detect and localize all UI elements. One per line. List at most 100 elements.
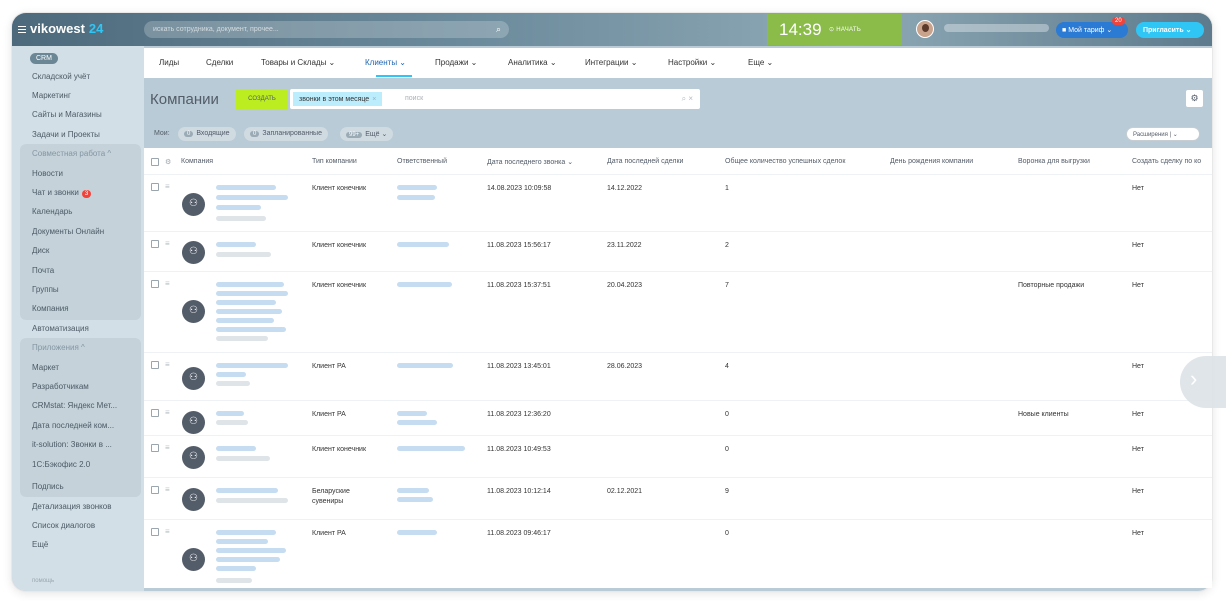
- header-create-deal[interactable]: Создать сделку по ко: [1132, 158, 1201, 165]
- tab-analytics[interactable]: Аналитика ⌄: [508, 58, 557, 67]
- company-name-blurred[interactable]: [216, 530, 276, 535]
- tab-leads[interactable]: Лиды: [159, 58, 179, 67]
- company-name-blurred[interactable]: [216, 488, 278, 493]
- tab-settings[interactable]: Настройки ⌄: [668, 58, 716, 67]
- global-search-input[interactable]: искать сотрудника, документ, прочее... ⌕: [144, 21, 509, 38]
- responsible-blurred[interactable]: [397, 497, 433, 502]
- company-name-blurred[interactable]: [216, 242, 256, 247]
- sidebar-item-marketing[interactable]: Маркетинг: [32, 91, 71, 100]
- company-name-blurred[interactable]: [216, 557, 280, 562]
- row-checkbox[interactable]: [151, 183, 159, 191]
- company-name-blurred[interactable]: [216, 363, 288, 368]
- row-menu-icon[interactable]: ≡: [165, 239, 170, 248]
- user-avatar[interactable]: [916, 20, 934, 38]
- select-all-checkbox[interactable]: [151, 158, 159, 166]
- extensions-button[interactable]: Расширения | ⌄: [1126, 127, 1200, 141]
- sidebar-item-groups[interactable]: Группы: [32, 285, 59, 294]
- sidebar-item-chat[interactable]: Чат и звонки 3: [32, 188, 92, 198]
- row-menu-icon[interactable]: ≡: [165, 527, 170, 536]
- responsible-blurred[interactable]: [397, 282, 452, 287]
- sidebar-item-automation[interactable]: Автоматизация: [32, 324, 89, 333]
- header-birthday[interactable]: День рождения компании: [890, 158, 973, 165]
- responsible-blurred[interactable]: [397, 446, 465, 451]
- row-checkbox[interactable]: [151, 280, 159, 288]
- sidebar-item-last-comm[interactable]: Дата последней ком...: [32, 421, 114, 430]
- header-type[interactable]: Тип компании: [312, 158, 357, 165]
- my-tariff-button[interactable]: ■ Мой тариф ⌄ 20: [1056, 17, 1128, 38]
- sidebar-item-call-details[interactable]: Детализация звонков: [32, 502, 111, 511]
- sidebar-item-tasks[interactable]: Задачи и Проекты: [32, 130, 100, 139]
- menu-icon[interactable]: [18, 24, 26, 35]
- responsible-blurred[interactable]: [397, 488, 429, 493]
- star-icon[interactable]: ☆: [223, 95, 233, 107]
- sidebar-item-sites[interactable]: Сайты и Магазины: [32, 110, 102, 119]
- sidebar-item-warehouse[interactable]: Складской учёт: [32, 72, 90, 81]
- workday-clock[interactable]: 14:39 ⊙ НАЧАТЬ: [767, 14, 902, 45]
- table-row[interactable]: ≡ ⚇ Клиент РА 11.08.2023 13:45:01 28.06.…: [144, 353, 1212, 401]
- company-name-blurred[interactable]: [216, 282, 284, 287]
- responsible-blurred[interactable]: [397, 420, 437, 425]
- sidebar-item-more[interactable]: Ещё: [32, 540, 48, 549]
- create-button[interactable]: СОЗДАТЬ: [236, 89, 288, 109]
- company-name-blurred[interactable]: [216, 539, 268, 544]
- header-company[interactable]: Компания: [181, 158, 213, 165]
- row-checkbox[interactable]: [151, 444, 159, 452]
- search-clear-icon[interactable]: ⌕ ×: [682, 94, 693, 104]
- sidebar-item-it-solution[interactable]: it-solution: Звонки в ...: [32, 440, 112, 449]
- tab-deals[interactable]: Сделки: [206, 58, 233, 67]
- header-last-deal[interactable]: Дата последней сделки: [607, 158, 683, 165]
- tab-integrations[interactable]: Интеграции ⌄: [585, 58, 637, 67]
- table-row[interactable]: ≡ ⚇ Клиент конечник 11.08.2023 15:56:17 …: [144, 232, 1212, 272]
- start-workday-button[interactable]: ⊙ НАЧАТЬ: [829, 26, 861, 33]
- counter-planned[interactable]: 0 Запланированные: [244, 127, 328, 141]
- help-link[interactable]: помощь: [32, 578, 54, 584]
- tab-clients[interactable]: Клиенты ⌄: [365, 58, 406, 67]
- table-row[interactable]: ≡ ⚇ Клиент конечник 11.08.2023 10:49:53 …: [144, 436, 1212, 478]
- row-menu-icon[interactable]: ≡: [165, 182, 170, 191]
- sidebar-group-collab-title[interactable]: Совместная работа ^: [32, 149, 111, 158]
- tab-goods[interactable]: Товары и Склады ⌄: [261, 58, 335, 67]
- company-name-blurred[interactable]: [216, 205, 261, 210]
- sidebar-item-calendar[interactable]: Календарь: [32, 207, 72, 216]
- table-row[interactable]: ≡ ⚇ Клиент РА 11.08.2023 12:36:20 0 Новы…: [144, 401, 1212, 436]
- table-row[interactable]: ≡ ⚇ Клиент РА 11.08.2023 09:46:17 0 Нет: [144, 520, 1212, 588]
- sidebar-item-news[interactable]: Новости: [32, 169, 63, 178]
- company-name-blurred[interactable]: [216, 195, 288, 200]
- row-checkbox[interactable]: [151, 361, 159, 369]
- row-menu-icon[interactable]: ≡: [165, 360, 170, 369]
- table-row[interactable]: ≡ ⚇ Клиент конечник 14.08.2023 10:09:58 …: [144, 175, 1212, 232]
- header-settings-icon[interactable]: ⚙: [165, 158, 171, 166]
- responsible-blurred[interactable]: [397, 185, 437, 190]
- row-menu-icon[interactable]: ≡: [165, 279, 170, 288]
- filter-search-field[interactable]: звонки в этом месяце × поиск ⌕ ×: [290, 89, 700, 109]
- responsible-blurred[interactable]: [397, 411, 427, 416]
- company-name-blurred[interactable]: [216, 300, 276, 305]
- chip-close-icon[interactable]: ×: [372, 96, 376, 103]
- tab-more[interactable]: Еще ⌄: [748, 58, 773, 67]
- logo[interactable]: vikowest 24: [18, 21, 103, 36]
- responsible-blurred[interactable]: [397, 242, 449, 247]
- sidebar-item-disk[interactable]: Диск: [32, 246, 49, 255]
- tab-sales[interactable]: Продажи ⌄: [435, 58, 477, 67]
- company-name-blurred[interactable]: [216, 446, 256, 451]
- company-name-blurred[interactable]: [216, 291, 288, 296]
- user-name-blurred[interactable]: [944, 24, 1049, 32]
- table-row[interactable]: ≡ ⚇ Клиент конечник 11.08.2023 15:37:51 …: [144, 272, 1212, 353]
- row-menu-icon[interactable]: ≡: [165, 408, 170, 417]
- company-name-blurred[interactable]: [216, 566, 256, 571]
- sidebar-item-dialogs[interactable]: Список диалогов: [32, 521, 95, 530]
- row-menu-icon[interactable]: ≡: [165, 443, 170, 452]
- sidebar-item-crmstat[interactable]: CRMstat: Яндекс Мет...: [32, 401, 117, 410]
- scroll-right-button[interactable]: ›: [1180, 356, 1226, 408]
- row-menu-icon[interactable]: ≡: [165, 485, 170, 494]
- settings-gear-icon[interactable]: ⚙: [1186, 90, 1203, 107]
- sidebar-item-market[interactable]: Маркет: [32, 363, 59, 372]
- company-name-blurred[interactable]: [216, 318, 274, 323]
- sidebar-item-crm[interactable]: CRM: [30, 53, 58, 64]
- counter-more[interactable]: 99+ Ещё ⌄: [340, 127, 394, 141]
- header-responsible[interactable]: Ответственный: [397, 158, 447, 165]
- row-checkbox[interactable]: [151, 409, 159, 417]
- responsible-blurred[interactable]: [397, 363, 453, 368]
- row-checkbox[interactable]: [151, 240, 159, 248]
- company-name-blurred[interactable]: [216, 372, 246, 377]
